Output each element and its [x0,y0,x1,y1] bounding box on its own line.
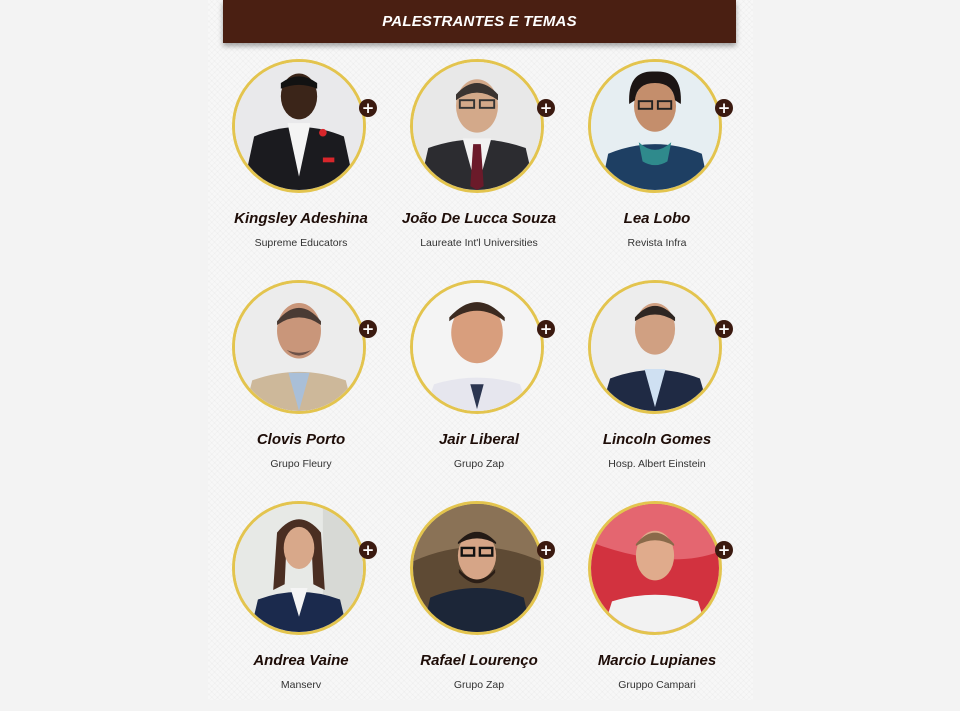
speaker-card: + Lea Lobo Revista Infra [568,59,746,269]
speaker-photo[interactable] [410,280,544,414]
speaker-name: João De Lucca Souza [401,210,557,227]
speaker-card: + Jair Liberal Grupo Zap [390,280,568,490]
expand-plus-button[interactable]: + [537,99,555,117]
speaker-card: + Rafael Lourenço Grupo Zap [390,501,568,711]
speaker-company: Revista Infra [627,237,687,249]
expand-plus-button[interactable]: + [537,320,555,338]
speaker-photo[interactable] [232,59,366,193]
expand-plus-button[interactable]: + [359,99,377,117]
speaker-photo[interactable] [232,501,366,635]
speaker-company: Grupo Zap [453,679,505,691]
speaker-company: Hosp. Albert Einstein [608,458,706,470]
speaker-name: Rafael Lourenço [420,652,538,669]
expand-plus-button[interactable]: + [715,99,733,117]
speaker-card: + Kingsley Adeshina Supreme Educators [212,59,390,269]
speaker-photo[interactable] [410,501,544,635]
speaker-company: Grupo Fleury [270,458,332,470]
speaker-photo[interactable] [588,59,722,193]
speaker-name: Lincoln Gomes [602,431,712,448]
speaker-name: Lea Lobo [623,210,691,227]
speaker-name: Clovis Porto [256,431,346,448]
speaker-name: Jair Liberal [438,431,520,448]
speaker-company: Manserv [280,679,322,691]
speaker-photo[interactable] [588,280,722,414]
speaker-card: + Lincoln Gomes Hosp. Albert Einstein [568,280,746,490]
speaker-name: Kingsley Adeshina [234,210,368,227]
speaker-card: + João De Lucca Souza Laureate Int'l Uni… [390,59,568,269]
speaker-card: + Clovis Porto Grupo Fleury [212,280,390,490]
section-title: PALESTRANTES E TEMAS [382,13,577,30]
speaker-company: Laureate Int'l Universities [420,237,538,249]
speaker-company: Gruppo Campari [618,679,696,691]
speaker-name: Marcio Lupianes [597,652,717,669]
section-header: PALESTRANTES E TEMAS [223,0,736,43]
expand-plus-button[interactable]: + [359,541,377,559]
speaker-company: Grupo Zap [453,458,505,470]
speaker-card: + Marcio Lupianes Gruppo Campari [568,501,746,711]
speaker-photo[interactable] [588,501,722,635]
expand-plus-button[interactable]: + [537,541,555,559]
speaker-photo[interactable] [410,59,544,193]
speaker-card: + Andrea Vaine Manserv [212,501,390,711]
speaker-company: Supreme Educators [254,237,348,249]
expand-plus-button[interactable]: + [715,320,733,338]
expand-plus-button[interactable]: + [715,541,733,559]
speaker-name: Andrea Vaine [253,652,349,669]
expand-plus-button[interactable]: + [359,320,377,338]
speaker-photo[interactable] [232,280,366,414]
